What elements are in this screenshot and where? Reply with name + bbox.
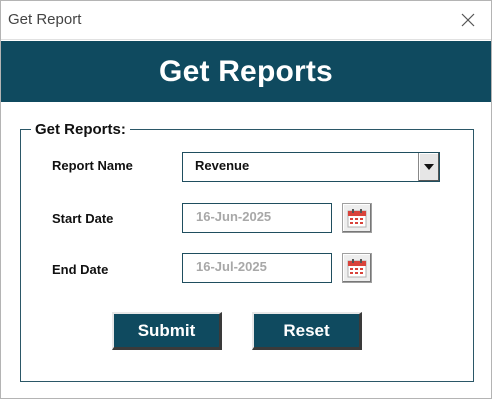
calendar-icon bbox=[347, 209, 367, 228]
reset-button[interactable]: Reset bbox=[252, 312, 362, 350]
submit-button[interactable]: Submit bbox=[112, 312, 222, 350]
close-icon bbox=[461, 13, 475, 27]
start-date-value: 16-Jun-2025 bbox=[196, 209, 272, 224]
close-button[interactable] bbox=[445, 1, 491, 39]
start-date-field[interactable]: 16-Jun-2025 bbox=[182, 203, 332, 233]
form-area bbox=[1, 102, 491, 398]
page-title: Get Reports bbox=[159, 54, 333, 88]
end-date-value: 16-Jul-2025 bbox=[196, 259, 267, 274]
start-date-calendar-button[interactable] bbox=[342, 203, 372, 233]
get-report-window: Get Report Get Reports Get Reports: Repo… bbox=[0, 0, 492, 399]
calendar-icon bbox=[347, 259, 367, 278]
header-banner: Get Reports bbox=[1, 41, 491, 102]
title-bar: Get Report bbox=[1, 1, 491, 40]
dropdown-arrow-icon bbox=[424, 164, 434, 170]
end-date-field[interactable]: 16-Jul-2025 bbox=[182, 253, 332, 283]
groupbox-legend: Get Reports: bbox=[31, 121, 130, 138]
start-date-label: Start Date bbox=[52, 211, 114, 226]
dropdown-button[interactable] bbox=[418, 153, 439, 181]
report-name-label: Report Name bbox=[52, 158, 133, 173]
window-title: Get Report bbox=[8, 11, 82, 28]
report-name-dropdown[interactable]: Revenue bbox=[182, 152, 440, 182]
report-name-value: Revenue bbox=[195, 158, 250, 173]
end-date-label: End Date bbox=[52, 262, 109, 277]
end-date-calendar-button[interactable] bbox=[342, 253, 372, 283]
